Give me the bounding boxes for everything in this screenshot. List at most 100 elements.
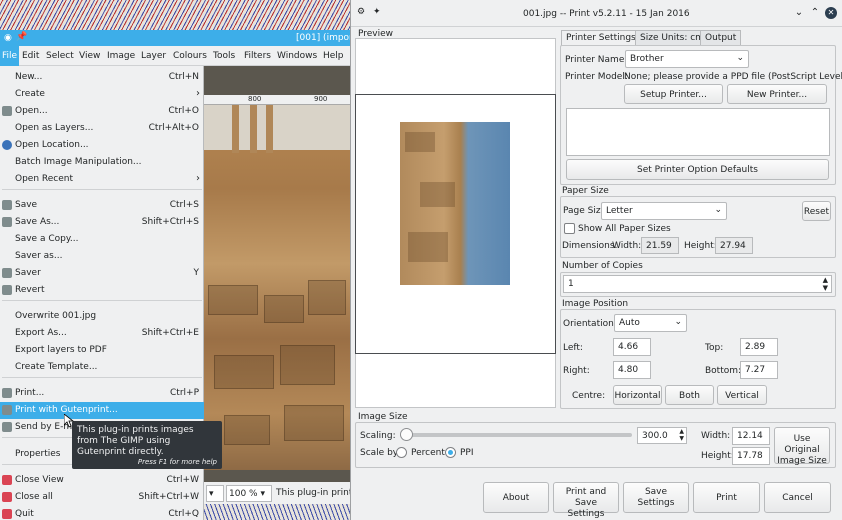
file-menu-item[interactable]: Close all Shift+Ctrl+W [0, 489, 204, 506]
image-width-field[interactable]: 12.14 [732, 427, 770, 445]
save-icon [2, 217, 12, 227]
canvas-stone [214, 355, 274, 389]
file-menu-item[interactable]: Overwrite 001.jpg [0, 308, 204, 325]
cancel-button[interactable]: Cancel [764, 482, 831, 513]
menu-windows[interactable]: Windows [277, 51, 317, 61]
copies-spinbox[interactable]: 1 ▲ ▼ [563, 275, 832, 293]
file-menu-item[interactable]: Open as Layers... Ctrl+Alt+O [0, 120, 204, 137]
show-all-paper-sizes-checkbox[interactable] [564, 223, 575, 234]
minimize-icon[interactable]: ⌄ [793, 7, 805, 19]
file-menu-item[interactable]: Saver as... [0, 248, 204, 265]
right-field[interactable]: 4.80 [613, 361, 651, 379]
file-menu-item-shortcut: Shift+Ctrl+E [141, 328, 199, 338]
horizontal-ruler[interactable]: 800 900 [204, 95, 350, 105]
file-menu-item[interactable]: Batch Image Manipulation... [0, 154, 204, 171]
file-menu-item-label: Overwrite 001.jpg [15, 311, 97, 321]
centre-vertical-button[interactable]: Vertical [717, 385, 767, 405]
printer-name-value: Brother [630, 54, 664, 64]
menu-edit[interactable]: Edit [22, 51, 39, 61]
page-size-combo[interactable]: Letter ⌄ [601, 202, 727, 220]
zoom-combo[interactable]: 100 % ▾ [226, 485, 272, 502]
show-all-paper-sizes-label: Show All Paper Sizes [578, 224, 671, 234]
image-height-field[interactable]: 17.78 [732, 447, 770, 465]
menu-view[interactable]: View [79, 51, 100, 61]
menu-help[interactable]: Help [323, 51, 344, 61]
app-icon[interactable]: ⚙ [357, 7, 365, 17]
file-menu-item[interactable]: Saver Y [0, 265, 204, 282]
file-menu-item[interactable]: Open... Ctrl+O [0, 103, 204, 120]
scaling-label: Scaling: [360, 431, 396, 441]
menu-image[interactable]: Image [107, 51, 135, 61]
about-button[interactable]: About [483, 482, 549, 513]
menu-select[interactable]: Select [46, 51, 74, 61]
file-menu-item[interactable]: Revert [0, 282, 204, 299]
percent-radio[interactable] [396, 447, 407, 458]
menu-colours[interactable]: Colours [173, 51, 207, 61]
menu-file[interactable]: File [0, 46, 20, 66]
unit-combo[interactable]: ▾ [206, 485, 224, 502]
menu-layer[interactable]: Layer [141, 51, 166, 61]
tab-size-units[interactable]: Size Units: cm [635, 30, 709, 45]
quit-icon [2, 509, 12, 519]
printer-options-area[interactable] [566, 108, 830, 156]
printer-model-label: Printer Model: [565, 72, 628, 82]
centre-horizontal-button[interactable]: Horizontal [613, 385, 662, 405]
top-field[interactable]: 2.89 [740, 338, 778, 356]
tab-printer-settings[interactable]: Printer Settings [561, 30, 641, 46]
file-menu-item[interactable]: Quit Ctrl+Q [0, 506, 204, 520]
file-menu-item-label: Close all [15, 492, 53, 502]
file-menu-item[interactable]: Save a Copy... [0, 231, 204, 248]
file-menu-item-label: Save As... [15, 217, 60, 227]
save-settings-button[interactable]: Save Settings [623, 482, 689, 513]
orientation-combo[interactable]: Auto ⌄ [614, 314, 687, 332]
print-and-save-button[interactable]: Print and Save Settings [553, 482, 619, 519]
file-menu-item[interactable]: Open Recent › [0, 171, 204, 188]
setup-printer-button[interactable]: Setup Printer... [624, 84, 723, 104]
image-canvas[interactable] [204, 95, 350, 470]
open-icon [2, 106, 12, 116]
file-menu-item[interactable]: Export layers to PDF [0, 342, 204, 359]
file-menu-item[interactable]: Print... Ctrl+P [0, 385, 204, 402]
bottom-field[interactable]: 7.27 [740, 361, 778, 379]
preview-stone [420, 182, 455, 207]
file-menu-item[interactable]: Save Ctrl+S [0, 197, 204, 214]
use-original-size-button[interactable]: Use Original Image Size [774, 427, 830, 466]
file-menu-item-label: Open Location... [15, 140, 89, 150]
file-menu-item-label: Revert [15, 285, 45, 295]
window-menu-icon[interactable]: ◉ [4, 33, 12, 43]
spin-arrows-icon[interactable]: ▲ ▼ [823, 276, 828, 292]
ppi-radio[interactable] [445, 447, 456, 458]
spin-arrows-icon[interactable]: ▲ ▼ [679, 428, 684, 442]
pin-icon[interactable]: ✦ [373, 7, 381, 17]
canvas-stone [308, 280, 346, 315]
print-button[interactable]: Print [693, 482, 760, 513]
file-menu-item[interactable]: Export As... Shift+Ctrl+E [0, 325, 204, 342]
file-menu-item[interactable]: Open Location... [0, 137, 204, 154]
set-defaults-button[interactable]: Set Printer Option Defaults [566, 159, 829, 180]
left-field[interactable]: 4.66 [613, 338, 651, 356]
scaling-slider-handle[interactable] [400, 428, 413, 441]
file-menu-item[interactable]: Print with Gutenprint... [0, 402, 204, 419]
file-menu-item[interactable]: Create › [0, 86, 204, 103]
pin-icon[interactable]: 📌 [16, 32, 27, 42]
menu-filters[interactable]: Filters [244, 51, 271, 61]
close-icon[interactable]: ✕ [825, 7, 837, 19]
scaling-spinbox[interactable]: 300.0 ▲ ▼ [637, 427, 687, 444]
maximize-icon[interactable]: ⌃ [809, 7, 821, 19]
image-position-group-label: Image Position [562, 299, 629, 309]
scaling-slider[interactable] [400, 428, 632, 441]
file-menu-item[interactable]: Create Template... [0, 359, 204, 376]
centre-both-button[interactable]: Both [665, 385, 714, 405]
printer-name-combo[interactable]: Brother ⌄ [625, 50, 749, 68]
file-menu-item[interactable]: Close View Ctrl+W [0, 472, 204, 489]
percent-label: Percent [411, 448, 445, 458]
preview-image[interactable] [400, 122, 510, 285]
menu-tools[interactable]: Tools [213, 51, 235, 61]
orientation-value: Auto [619, 318, 640, 328]
tab-output[interactable]: Output [700, 30, 742, 45]
file-menu-item-shortcut: Shift+Ctrl+W [138, 492, 199, 502]
reset-button[interactable]: Reset [802, 201, 831, 221]
file-menu-item[interactable]: Save As... Shift+Ctrl+S [0, 214, 204, 231]
new-printer-button[interactable]: New Printer... [727, 84, 827, 104]
file-menu-item[interactable]: New... Ctrl+N [0, 69, 204, 86]
